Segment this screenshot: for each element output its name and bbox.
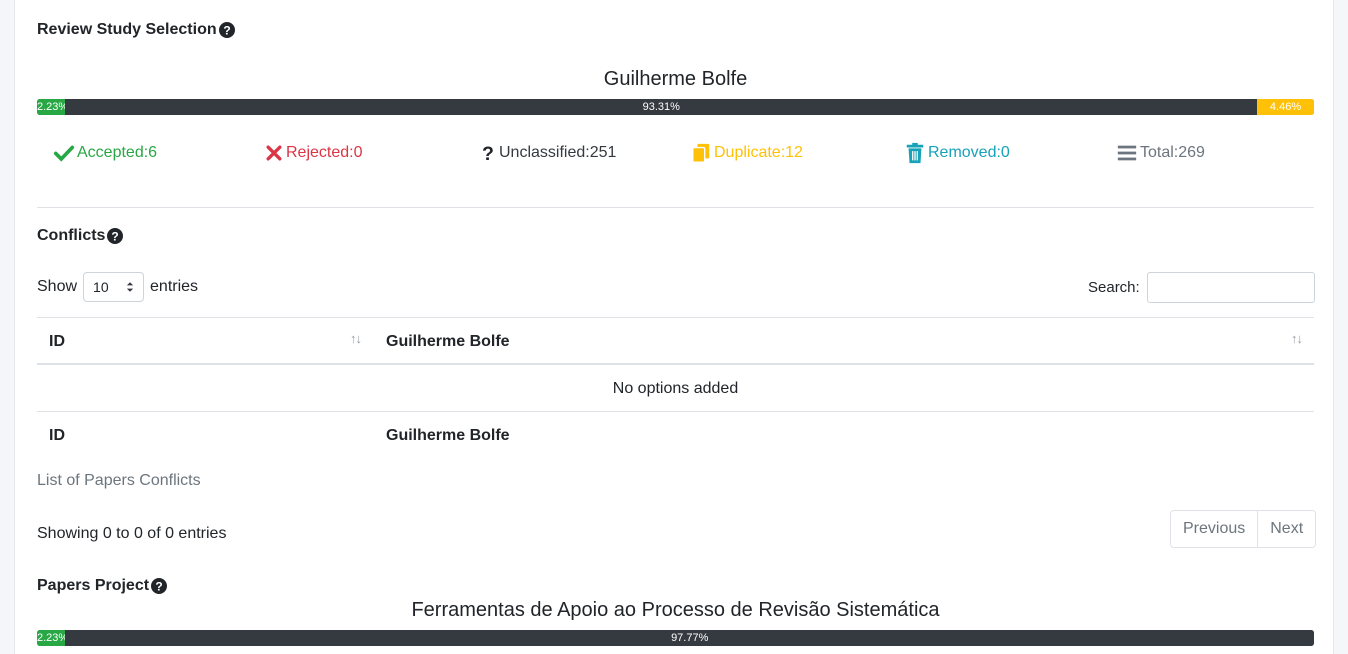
review-title-text: Review Study Selection xyxy=(37,21,217,38)
section-divider xyxy=(37,207,1314,208)
stat-rejected-label: Rejected:0 xyxy=(286,144,363,161)
table-header-border xyxy=(37,363,1314,365)
question-icon: ? xyxy=(482,143,494,165)
stat-accepted-label: Accepted:6 xyxy=(77,144,158,161)
svg-text:?: ? xyxy=(223,24,230,38)
accepted-progress-segment: 2.23% xyxy=(37,99,66,115)
help-icon[interactable]: ? xyxy=(218,22,235,38)
stat-duplicate: Duplicate:12 xyxy=(690,141,803,165)
footer-column-id: ID xyxy=(49,427,65,444)
stat-unclassified-label: Unclassified:251 xyxy=(499,144,617,161)
trash-icon xyxy=(906,142,924,164)
stat-rejected: Rejected:0 xyxy=(264,141,363,165)
footer-column-reviewer: Guilherme Bolfe xyxy=(386,427,510,444)
table-top-border xyxy=(37,317,1314,318)
unclassified-progress-segment: 93.31% xyxy=(65,99,1258,115)
stat-removed: Removed:0 xyxy=(904,141,1010,165)
stat-accepted: Accepted:6 xyxy=(53,141,157,165)
stat-total-label: Total:269 xyxy=(1140,144,1205,161)
check-icon xyxy=(53,145,75,162)
x-icon xyxy=(266,145,282,161)
sort-caret-icon xyxy=(126,282,134,292)
list-icon xyxy=(1117,145,1137,161)
svg-text:?: ? xyxy=(482,143,494,165)
entries-label: entries xyxy=(150,278,199,295)
papers-section-title: Papers Project ? xyxy=(37,577,168,595)
search-label: Search: xyxy=(1088,279,1140,296)
copy-icon xyxy=(692,143,710,163)
project-name: Ferramentas de Apoio ao Processo de Revi… xyxy=(411,599,940,621)
papers-progress-bar: 2.23% 97.77% xyxy=(37,630,1314,646)
review-progress-bar: 2.23% 93.31% 4.46% xyxy=(37,99,1314,115)
sort-icon[interactable]: ↑↓ xyxy=(1291,331,1303,346)
table-row-border xyxy=(37,411,1314,412)
review-section-title: Review Study Selection ? xyxy=(37,21,235,39)
table-caption: List of Papers Conflicts xyxy=(37,472,201,489)
search-control: Search: xyxy=(1088,272,1315,303)
help-icon[interactable]: ? xyxy=(107,228,124,244)
remaining-progress-segment: 97.77% xyxy=(65,630,1314,646)
table-info: Showing 0 to 0 of 0 entries xyxy=(37,525,227,542)
column-header-id[interactable]: ID xyxy=(49,333,65,351)
stat-unclassified: ? Unclassified:251 xyxy=(479,141,616,165)
conflicts-title-text: Conflicts xyxy=(37,227,106,244)
duplicate-progress-segment: 4.46% xyxy=(1257,99,1314,115)
entries-select[interactable]: 10 xyxy=(83,272,145,302)
search-input[interactable] xyxy=(1146,272,1315,303)
help-icon[interactable]: ? xyxy=(151,578,168,594)
stat-duplicate-label: Duplicate:12 xyxy=(714,144,803,161)
sort-icon[interactable]: ↑↓ xyxy=(350,331,362,346)
stat-removed-label: Removed:0 xyxy=(928,144,1010,161)
papers-title-text: Papers Project xyxy=(37,577,150,594)
column-header-reviewer[interactable]: Guilherme Bolfe xyxy=(386,333,510,351)
conflicts-section-title: Conflicts ? xyxy=(37,227,124,245)
svg-text:?: ? xyxy=(155,580,162,594)
pagination: Previous Next xyxy=(1170,510,1317,548)
next-button[interactable]: Next xyxy=(1257,511,1316,547)
table-empty-message: No options added xyxy=(612,380,739,397)
previous-button[interactable]: Previous xyxy=(1171,511,1258,547)
accepted-progress-segment: 2.23% xyxy=(37,630,66,646)
main-card: Review Study Selection ? Guilherme Bolfe… xyxy=(14,0,1334,654)
stat-total: Total:269 xyxy=(1116,141,1205,165)
entries-select-value: 10 xyxy=(93,279,109,295)
show-label: Show xyxy=(37,278,78,295)
svg-text:?: ? xyxy=(112,230,119,244)
entries-length-control: Show 10 entries xyxy=(37,272,198,302)
reviewer-name: Guilherme Bolfe xyxy=(603,68,748,90)
